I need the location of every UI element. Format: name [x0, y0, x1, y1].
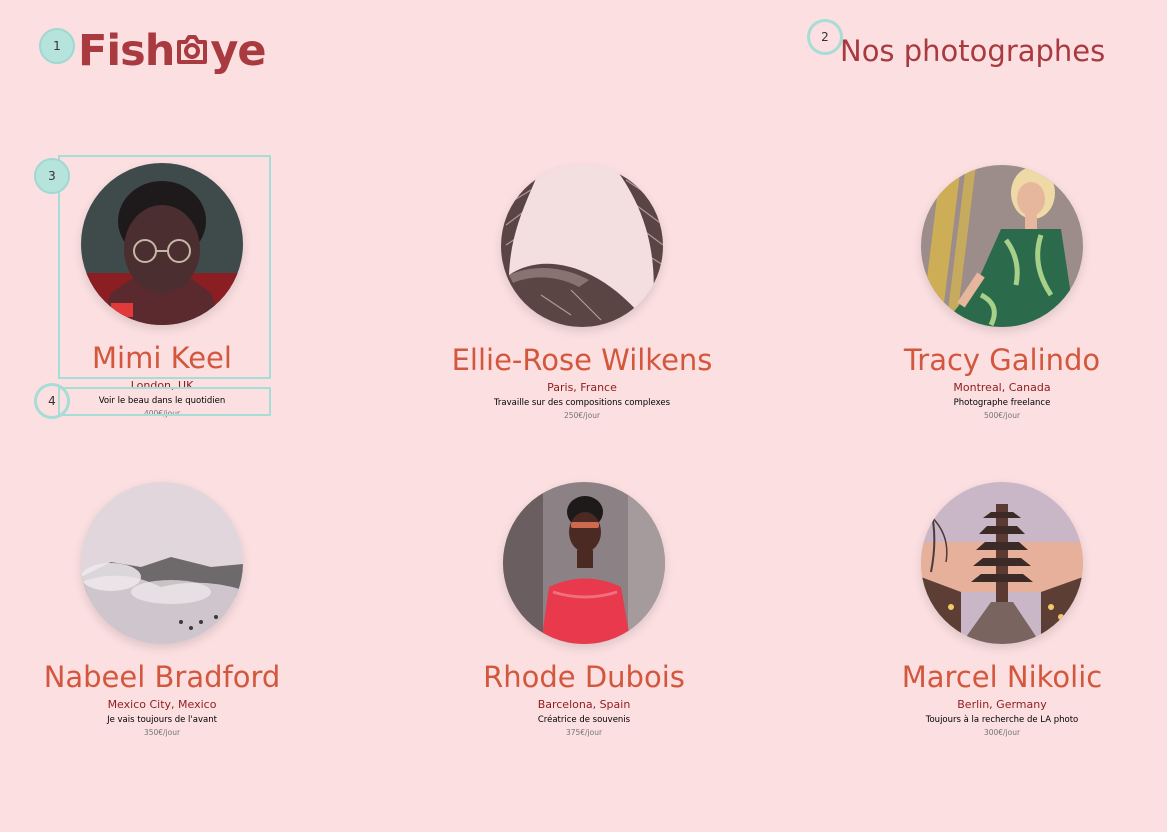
photographer-tagline: Travaille sur des compositions complexes — [493, 398, 671, 408]
portrait-image — [501, 165, 663, 327]
fisheye-logo[interactable]: Fish ye — [78, 26, 267, 76]
photographer-portrait — [81, 163, 243, 325]
photographer-location: Paris, France — [547, 381, 617, 394]
page-title: Nos photographes — [840, 34, 1106, 68]
photographer-location: Montreal, Canada — [953, 381, 1051, 394]
annotation-marker: 2 — [807, 19, 843, 55]
photographer-price: 500€/jour — [983, 411, 1021, 420]
portrait-image — [921, 165, 1083, 327]
photographer-location: Mexico City, Mexico — [107, 698, 217, 711]
photographer-tagline: Photographe freelance — [953, 398, 1051, 408]
photographer-portrait — [501, 165, 663, 327]
photographer-card[interactable]: Mimi Keel London, UK Voir le beau dans l… — [2, 163, 322, 419]
photographer-price: 375€/jour — [565, 728, 603, 737]
photographer-portrait — [921, 165, 1083, 327]
photographer-price: 300€/jour — [983, 728, 1021, 737]
portrait-image — [81, 163, 243, 325]
photographer-card[interactable]: Tracy Galindo Montreal, Canada Photograp… — [842, 165, 1162, 421]
photographer-card[interactable]: Nabeel Bradford Mexico City, Mexico Je v… — [2, 482, 322, 738]
photographer-card[interactable]: Ellie-Rose Wilkens Paris, France Travail… — [422, 165, 742, 421]
portrait-image — [503, 482, 665, 644]
annotation-marker: 4 — [34, 383, 70, 419]
annotation-marker: 1 — [39, 28, 75, 64]
photographer-tagline: Créatrice de souvenis — [537, 715, 631, 725]
logo-text-left: Fish — [78, 26, 175, 76]
photographer-location: Barcelona, Spain — [537, 698, 631, 711]
photographer-name: Marcel Nikolic — [901, 660, 1103, 694]
photographer-card[interactable]: Rhode Dubois Barcelona, Spain Créatrice … — [424, 482, 744, 738]
logo-text-right: ye — [210, 26, 266, 76]
photographer-name: Mimi Keel — [92, 341, 232, 375]
photographer-portrait — [503, 482, 665, 644]
photographer-tagline: Toujours à la recherche de LA photo — [925, 715, 1079, 725]
portrait-image — [921, 482, 1083, 644]
portrait-image — [81, 482, 243, 644]
photographer-price: 250€/jour — [563, 411, 601, 420]
photographer-name: Nabeel Bradford — [43, 660, 281, 694]
camera-icon — [177, 35, 208, 64]
photographer-name: Tracy Galindo — [903, 343, 1101, 377]
photographer-price: 350€/jour — [143, 728, 181, 737]
photographer-card[interactable]: Marcel Nikolic Berlin, Germany Toujours … — [842, 482, 1162, 738]
photographer-portrait — [921, 482, 1083, 644]
photographer-portrait — [81, 482, 243, 644]
photographer-name: Ellie-Rose Wilkens — [451, 343, 713, 377]
photographer-name: Rhode Dubois — [483, 660, 685, 694]
photographer-tagline: Je vais toujours de l'avant — [107, 715, 217, 725]
photographer-location: Berlin, Germany — [957, 698, 1047, 711]
annotation-marker: 3 — [34, 158, 70, 194]
